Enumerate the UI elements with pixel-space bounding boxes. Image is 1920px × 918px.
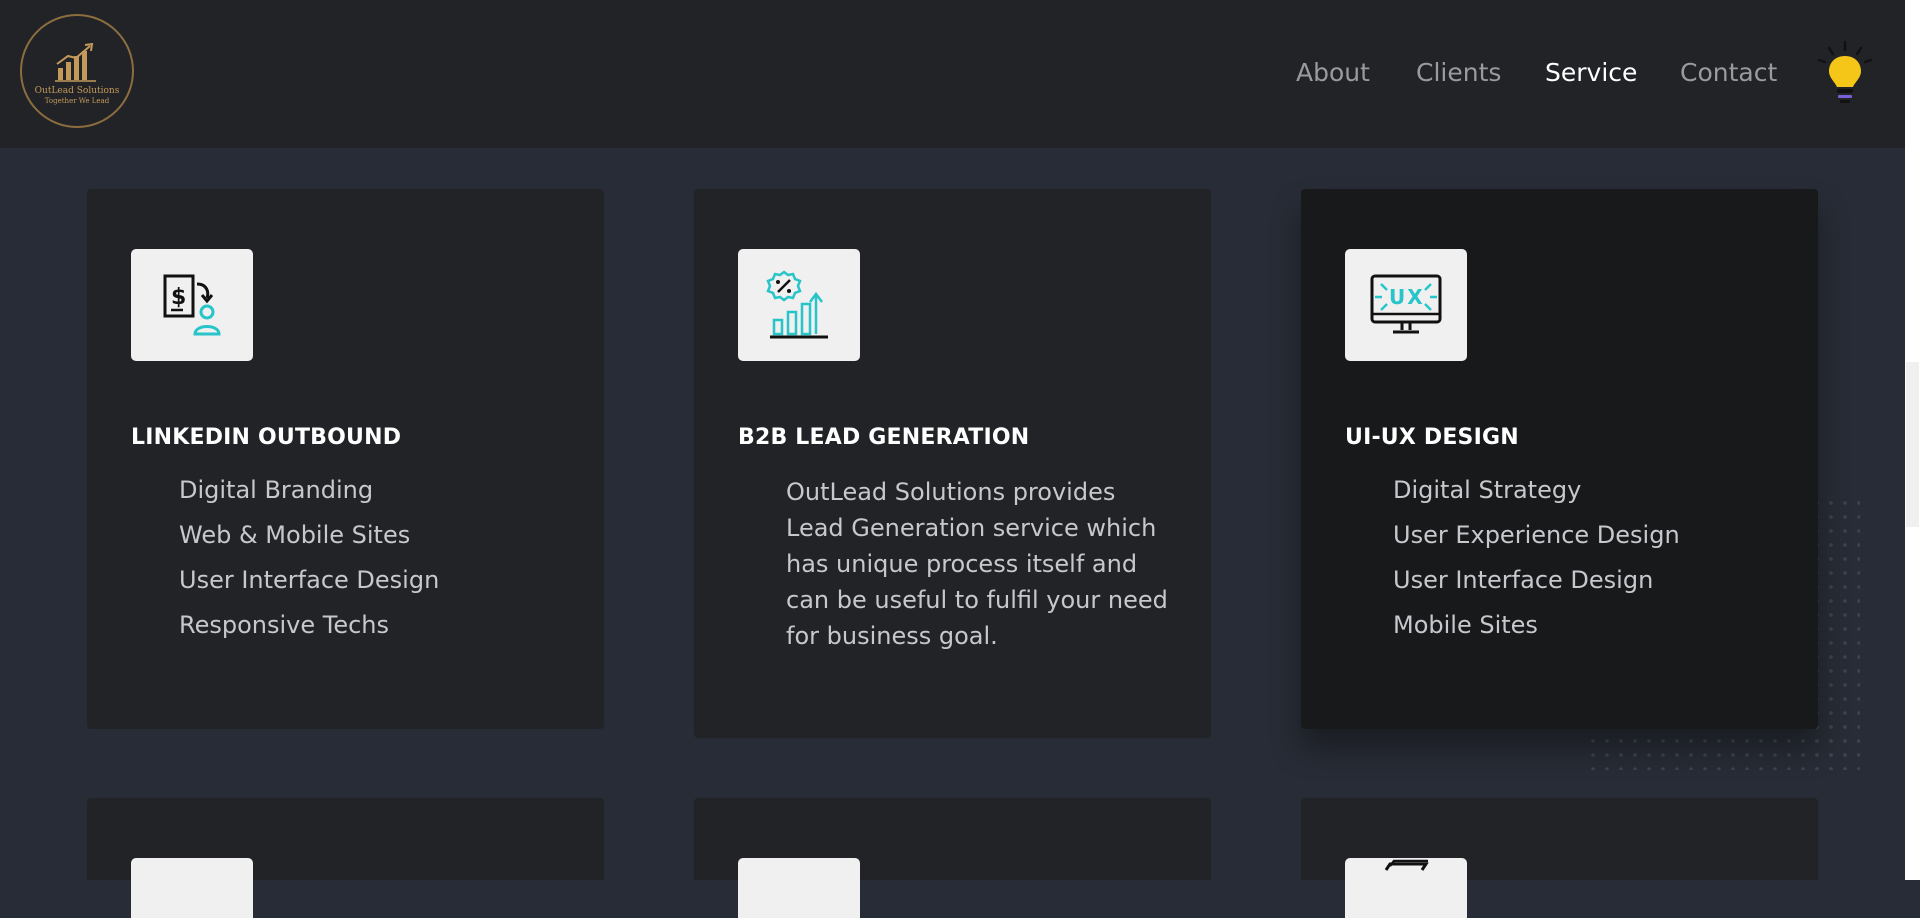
svg-text:UX: UX [1389, 285, 1425, 309]
service-list: Digital Branding Web & Mobile Sites User… [179, 473, 439, 653]
icon-box [1345, 858, 1467, 918]
service-card-ui-ux-design[interactable]: UX UI-UX DESIGN Digital Strategy User Ex… [1301, 189, 1818, 729]
list-item: Web & Mobile Sites [179, 521, 411, 549]
list-item: User Interface Design [1393, 566, 1654, 594]
list-item: Mobile Sites [1393, 611, 1538, 639]
icon-box [131, 858, 253, 918]
icon-box: $ [131, 249, 253, 361]
site-header: OutLead Solutions Together We Lead About… [0, 0, 1905, 148]
card-title: UI-UX DESIGN [1345, 425, 1519, 450]
list-item: Responsive Techs [179, 611, 390, 639]
ux-monitor-icon: UX [1370, 274, 1442, 334]
list-item: User Interface Design [179, 566, 440, 594]
card-title: LINKEDIN OUTBOUND [131, 425, 402, 450]
bar-chart-logo-icon [55, 42, 96, 82]
service-list: Digital Strategy User Experience Design … [1393, 473, 1680, 653]
service-card-row2-1[interactable] [87, 798, 604, 918]
service-card-b2b-lead-generation[interactable]: B2B LEAD GENERATION OutLead Solutions pr… [694, 189, 1211, 738]
nav-contact[interactable]: Contact [1680, 56, 1777, 90]
list-item: User Experience Design [1393, 521, 1680, 549]
list-item: Digital Strategy [1393, 476, 1582, 504]
card-description: OutLead Solutions provides Lead Generati… [786, 478, 1168, 650]
discount-growth-chart-icon [766, 270, 828, 339]
svg-text:$: $ [171, 285, 186, 310]
scrollbar-thumb[interactable] [1906, 362, 1919, 527]
nav-service[interactable]: Service [1545, 56, 1637, 90]
stack-icon [1384, 859, 1429, 871]
icon-box [738, 858, 860, 918]
brand-name: OutLead Solutions [34, 85, 120, 96]
card-title: B2B LEAD GENERATION [738, 425, 1030, 450]
lightbulb-icon[interactable] [1815, 40, 1875, 106]
service-card-linkedin-outbound[interactable]: $ LINKEDIN OUTBOUND Digital Branding Web… [87, 189, 604, 729]
invoice-user-icon: $ [163, 274, 221, 336]
brand-tagline: Together We Lead [44, 96, 110, 105]
brand-logo[interactable]: OutLead Solutions Together We Lead [20, 14, 134, 128]
nav-clients[interactable]: Clients [1416, 56, 1501, 90]
list-item: Digital Branding [179, 476, 374, 504]
icon-box [738, 249, 860, 361]
icon-box: UX [1345, 249, 1467, 361]
service-card-row2-2[interactable] [694, 798, 1211, 918]
service-card-row2-3[interactable] [1301, 798, 1818, 918]
nav-about[interactable]: About [1296, 56, 1370, 90]
